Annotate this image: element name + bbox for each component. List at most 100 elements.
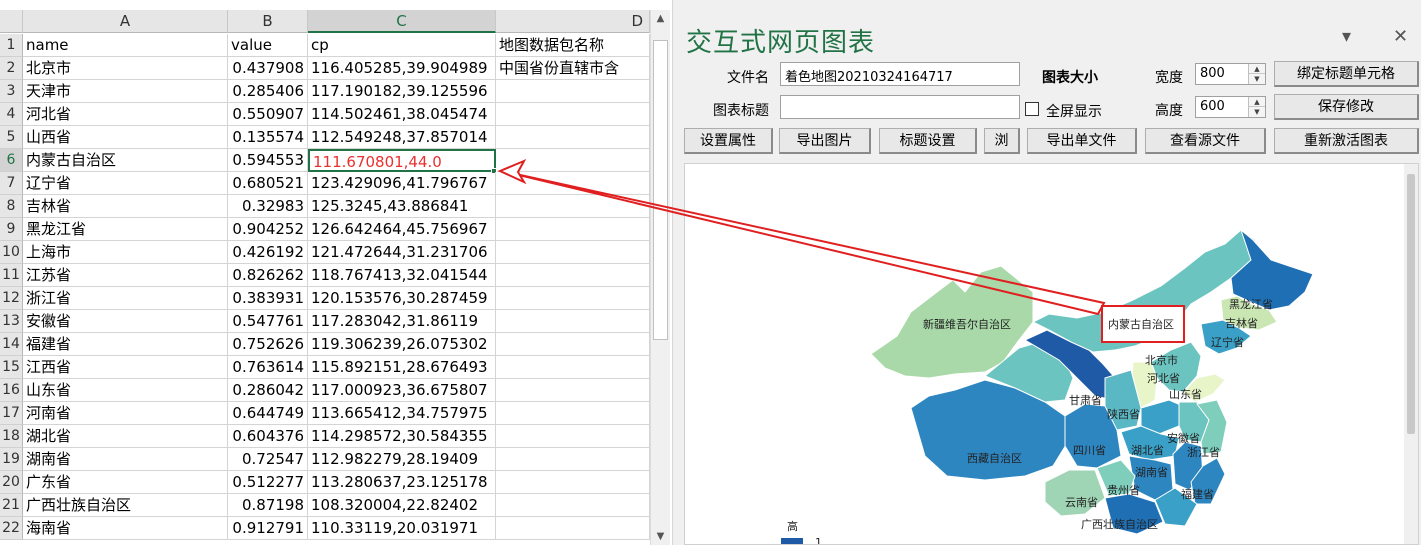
cell-cp[interactable]: 113.280637,23.125178 xyxy=(308,471,496,494)
scroll-up-icon[interactable]: ▲ xyxy=(651,10,670,27)
cell-value[interactable]: 0.680521 xyxy=(228,172,308,195)
cell-value[interactable]: 0.383931 xyxy=(228,287,308,310)
region-yunnan[interactable] xyxy=(1044,469,1106,517)
cell-cp[interactable]: 113.665412,34.757975 xyxy=(308,402,496,425)
cell-name[interactable]: 浙江省 xyxy=(23,287,228,310)
cell-d[interactable] xyxy=(496,149,650,172)
close-icon[interactable]: ✕ xyxy=(1393,26,1408,47)
cell-cp[interactable]: 112.549248,37.857014 xyxy=(308,126,496,149)
fullscreen-checkbox[interactable] xyxy=(1025,102,1039,116)
cell-value[interactable]: 0.604376 xyxy=(228,425,308,448)
row-number[interactable]: 8 xyxy=(0,195,23,218)
cell-cp[interactable]: 119.306239,26.075302 xyxy=(308,333,496,356)
height-spin-buttons[interactable]: ▲ ▼ xyxy=(1248,97,1265,117)
row-number[interactable]: 17 xyxy=(0,402,23,425)
cell-cp[interactable]: 121.472644,31.231706 xyxy=(308,241,496,264)
cell-value[interactable]: 0.594553 xyxy=(228,149,308,172)
cell-cp[interactable]: 117.190182,39.125596 xyxy=(308,80,496,103)
cell-d[interactable] xyxy=(496,448,650,471)
cell-value[interactable]: 0.752626 xyxy=(228,333,308,356)
bind-title-cell-button[interactable]: 绑定标题单元格 xyxy=(1274,61,1419,87)
cell-name[interactable]: 上海市 xyxy=(23,241,228,264)
cell-d[interactable] xyxy=(496,264,650,287)
cell-name[interactable]: 天津市 xyxy=(23,80,228,103)
row-number[interactable]: 9 xyxy=(0,218,23,241)
row-number[interactable]: 4 xyxy=(0,103,23,126)
row-number[interactable]: 2 xyxy=(0,57,23,80)
cell-d[interactable] xyxy=(496,425,650,448)
set-properties-button[interactable]: 设置属性 xyxy=(684,128,773,154)
spin-down-icon[interactable]: ▼ xyxy=(1249,74,1265,84)
cell-name[interactable]: 安徽省 xyxy=(23,310,228,333)
cell-name[interactable]: 山西省 xyxy=(23,126,228,149)
select-all-corner[interactable] xyxy=(0,10,23,33)
cell-cp[interactable]: 117.000923,36.675807 xyxy=(308,379,496,402)
cell-name[interactable]: 黑龙江省 xyxy=(23,218,228,241)
cell-name[interactable]: 吉林省 xyxy=(23,195,228,218)
column-header-a[interactable]: A xyxy=(23,10,228,33)
cell-name[interactable]: 广西壮族自治区 xyxy=(23,494,228,517)
cell-d[interactable] xyxy=(496,494,650,517)
chart-area[interactable]: 新疆维吾尔自治区 西藏自治区 甘肃省 黑龙江省 吉林省 辽宁省 北京市 河北省 … xyxy=(684,163,1419,545)
cell-value[interactable]: 0.437908 xyxy=(228,57,308,80)
cell-d[interactable]: 地图数据包名称 xyxy=(496,34,650,57)
cell-cp[interactable]: 125.3245,43.886841 xyxy=(308,195,496,218)
cell-value[interactable]: 0.72547 xyxy=(228,448,308,471)
spin-up-icon[interactable]: ▲ xyxy=(1249,64,1265,74)
view-source-button[interactable]: 查看源文件 xyxy=(1145,128,1266,154)
cell-cp[interactable]: 111.670801,44.0 xyxy=(308,149,496,172)
cell-cp[interactable]: cp xyxy=(308,34,496,57)
cell-value[interactable]: 0.285406 xyxy=(228,80,308,103)
cell-name[interactable]: 广东省 xyxy=(23,471,228,494)
row-number[interactable]: 18 xyxy=(0,425,23,448)
height-spinner[interactable]: 600 ▲ ▼ xyxy=(1195,96,1266,118)
cell-d[interactable] xyxy=(496,172,650,195)
row-number[interactable]: 16 xyxy=(0,379,23,402)
cell-value[interactable]: 0.512277 xyxy=(228,471,308,494)
cell-d[interactable] xyxy=(496,356,650,379)
cell-d[interactable] xyxy=(496,471,650,494)
cell-name[interactable]: 辽宁省 xyxy=(23,172,228,195)
chart-title-input[interactable] xyxy=(780,95,1020,119)
cell-value[interactable]: 0.32983 xyxy=(228,195,308,218)
cell-value[interactable]: 0.550907 xyxy=(228,103,308,126)
cell-cp[interactable]: 110.33119,20.031971 xyxy=(308,517,496,540)
sheet-vertical-scrollbar[interactable]: ▲ ▼ xyxy=(650,10,670,545)
cell-d[interactable]: 中国省份直辖市含 xyxy=(496,57,650,80)
cell-d[interactable] xyxy=(496,195,650,218)
row-number[interactable]: 7 xyxy=(0,172,23,195)
cell-cp[interactable]: 117.283042,31.86119 xyxy=(308,310,496,333)
cell-d[interactable] xyxy=(496,402,650,425)
column-header-c[interactable]: C xyxy=(308,10,496,33)
cell-name[interactable]: 内蒙古自治区 xyxy=(23,149,228,172)
cell-d[interactable] xyxy=(496,241,650,264)
cell-value[interactable]: 0.912791 xyxy=(228,517,308,540)
cell-value[interactable]: 0.286042 xyxy=(228,379,308,402)
cell-cp[interactable]: 114.502461,38.045474 xyxy=(308,103,496,126)
row-number[interactable]: 5 xyxy=(0,126,23,149)
spin-down-icon[interactable]: ▼ xyxy=(1249,107,1265,117)
export-image-button[interactable]: 导出图片 xyxy=(779,128,871,154)
cell-name[interactable]: 河北省 xyxy=(23,103,228,126)
row-number[interactable]: 13 xyxy=(0,310,23,333)
cell-value[interactable]: value xyxy=(228,34,308,57)
cell-d[interactable] xyxy=(496,287,650,310)
browse-button[interactable]: 浏 xyxy=(984,128,1020,154)
cell-cp[interactable]: 112.982279,28.19409 xyxy=(308,448,496,471)
reactivate-chart-button[interactable]: 重新激活图表 xyxy=(1274,128,1419,154)
cell-name[interactable]: 河南省 xyxy=(23,402,228,425)
minimize-icon[interactable]: ▾ xyxy=(1342,26,1351,47)
cell-d[interactable] xyxy=(496,333,650,356)
spin-up-icon[interactable]: ▲ xyxy=(1249,97,1265,107)
cell-value[interactable]: 0.826262 xyxy=(228,264,308,287)
export-single-file-button[interactable]: 导出单文件 xyxy=(1027,128,1137,154)
width-spinner[interactable]: 800 ▲ ▼ xyxy=(1195,63,1266,85)
row-number[interactable]: 14 xyxy=(0,333,23,356)
row-number[interactable]: 21 xyxy=(0,494,23,517)
row-number[interactable]: 12 xyxy=(0,287,23,310)
cell-cp[interactable]: 115.892151,28.676493 xyxy=(308,356,496,379)
save-changes-button[interactable]: 保存修改 xyxy=(1274,94,1419,120)
cell-cp[interactable]: 116.405285,39.904989 xyxy=(308,57,496,80)
cell-d[interactable] xyxy=(496,126,650,149)
row-number[interactable]: 15 xyxy=(0,356,23,379)
